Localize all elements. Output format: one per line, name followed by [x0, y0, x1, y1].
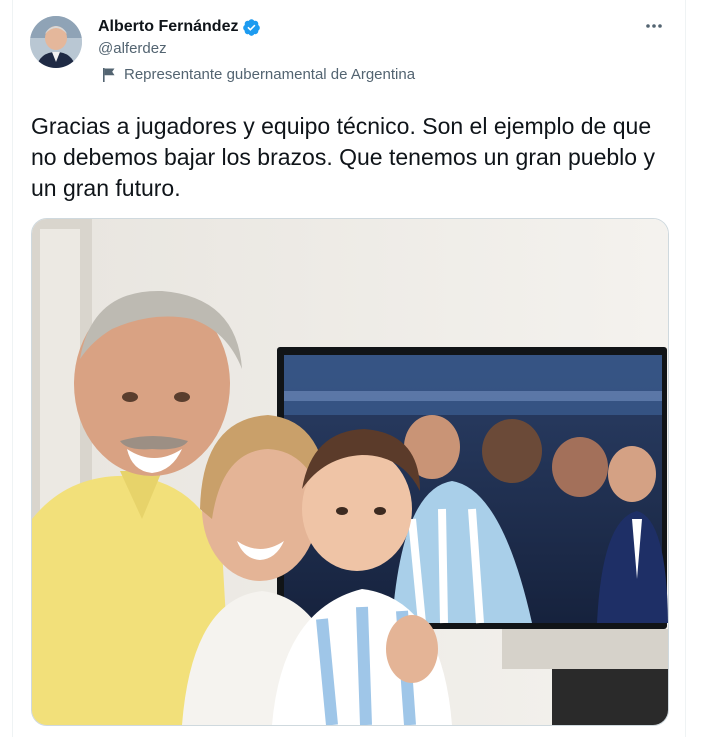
verified-badge-icon: [243, 18, 261, 36]
author-name-row[interactable]: Alberto Fernández: [98, 16, 261, 38]
avatar-image: [30, 16, 82, 68]
flag-icon: [103, 67, 115, 82]
government-label[interactable]: Representante gubernamental de Argentina: [102, 66, 415, 83]
author-name[interactable]: Alberto Fernández: [98, 18, 238, 36]
government-label-text: Representante gubernamental de Argentina: [124, 66, 416, 83]
avatar[interactable]: [30, 16, 82, 68]
photo-illustration: [32, 219, 668, 725]
tweet-card: Alberto Fernández @alferdez Representant…: [12, 0, 686, 737]
more-icon: [646, 24, 662, 28]
more-options-button[interactable]: [640, 14, 668, 38]
author-handle[interactable]: @alferdez: [98, 40, 167, 57]
tweet-photo[interactable]: [31, 218, 669, 726]
tweet-text: Gracias a jugadores y equipo técnico. So…: [31, 113, 655, 201]
